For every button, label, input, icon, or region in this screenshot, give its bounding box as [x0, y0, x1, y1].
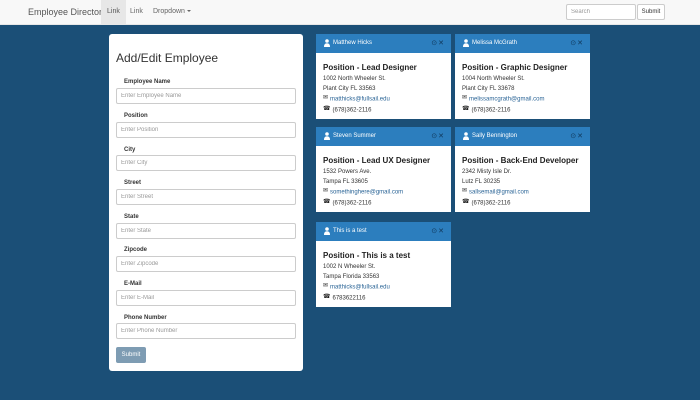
card-email-link[interactable]: somethinghere@gmail.com [330, 190, 403, 196]
card-phone: (678)362-2116 [332, 200, 372, 207]
card-street: 1002 North Wheeler St. [323, 76, 386, 82]
phone-icon: ☎ [462, 199, 470, 206]
card-phone: (678)362-2116 [471, 200, 511, 207]
card-street: 1532 Powers Ave. [323, 169, 372, 175]
card-position: Position - Lead Designer [323, 63, 417, 72]
card-header: Melissa McGrath ⊙✕ [455, 34, 590, 53]
card-email-link[interactable]: melissamcgrath@gmail.com [469, 97, 544, 103]
card-header: This is a test ⊙✕ [316, 222, 451, 241]
card-name: Melissa McGrath [472, 40, 518, 46]
form-submit-button[interactable]: Submit [116, 347, 146, 363]
street-input[interactable] [116, 189, 296, 205]
card-position: Position - Back-End Developer [462, 156, 579, 165]
user-icon [324, 39, 330, 47]
card-email-link[interactable]: matthicks@fullsail.edu [330, 97, 390, 103]
card-body: Position - Lead Designer 1002 North Whee… [316, 53, 451, 116]
card-actions[interactable]: ⊙✕ [431, 132, 445, 140]
position-label: Position [124, 113, 148, 119]
state-label: State [124, 214, 139, 220]
envelope-icon: ✉ [462, 95, 468, 102]
card-actions[interactable]: ⊙✕ [431, 227, 445, 235]
phone-input[interactable] [116, 323, 296, 339]
employee-card: Sally Bennington ⊙✕ Position - Back-End … [455, 127, 590, 212]
card-name: Steven Summer [333, 133, 377, 139]
card-email-link[interactable]: sallsemail@gmail.com [469, 190, 529, 196]
envelope-icon: ✉ [323, 283, 329, 290]
city-input[interactable] [116, 155, 296, 171]
street-label: Street [124, 180, 142, 186]
search-submit-button[interactable]: Submit [637, 4, 665, 20]
search-input[interactable] [566, 4, 636, 20]
card-email-link[interactable]: matthicks@fullsail.edu [330, 285, 390, 291]
state-input[interactable] [116, 223, 296, 239]
card-city: Tampa Florida 33563 [323, 273, 380, 280]
envelope-icon: ✉ [323, 95, 329, 102]
envelope-icon: ✉ [323, 188, 329, 195]
card-street: 2342 Misty Isle Dr. [462, 169, 512, 175]
card-header: Sally Bennington ⊙✕ [455, 127, 590, 146]
card-name: Sally Bennington [472, 133, 518, 139]
card-street: 1004 North Wheeler St. [462, 76, 525, 82]
form-title: Add/Edit Employee [116, 51, 219, 65]
employee-form-panel: Add/Edit Employee Employee Name Position… [109, 34, 303, 371]
card-header: Steven Summer ⊙✕ [316, 127, 451, 146]
card-position: Position - Graphic Designer [462, 63, 568, 72]
employee-card: Melissa McGrath ⊙✕ Position - Graphic De… [455, 34, 590, 119]
zipcode-input[interactable] [116, 256, 296, 272]
card-actions[interactable]: ⊙✕ [570, 39, 584, 47]
card-name: This is a test [333, 228, 367, 234]
phone-icon: ☎ [462, 106, 470, 113]
employee-card: This is a test ⊙✕ Position - This is a t… [316, 222, 451, 307]
card-body: Position - Back-End Developer 2342 Misty… [455, 146, 590, 209]
caret-down-icon [186, 10, 191, 13]
card-city: Plant City FL 33678 [462, 85, 515, 92]
card-body: Position - This is a test 1002 N Wheeler… [316, 241, 451, 304]
zipcode-label: Zipcode [124, 247, 148, 253]
card-position: Position - This is a test [323, 251, 411, 260]
user-icon [324, 227, 330, 235]
card-city: Plant City FL 33563 [323, 85, 376, 92]
envelope-icon: ✉ [462, 188, 468, 195]
email-label: E-Mail [124, 281, 142, 287]
card-actions[interactable]: ⊙✕ [431, 39, 445, 47]
card-phone: 6783622116 [332, 295, 366, 302]
brand-title[interactable]: Employee Directory [28, 7, 107, 17]
nav-link-2[interactable]: Link [124, 0, 149, 24]
card-header: Matthew Hicks ⊙✕ [316, 34, 451, 53]
phone-label: Phone Number [124, 315, 167, 321]
card-body: Position - Lead UX Designer 1532 Powers … [316, 146, 451, 209]
card-city: Lutz FL 30235 [462, 178, 501, 185]
phone-icon: ☎ [323, 294, 331, 301]
phone-icon: ☎ [323, 106, 331, 113]
user-icon [463, 39, 469, 47]
employee-name-label: Employee Name [124, 79, 171, 85]
user-icon [324, 132, 330, 140]
user-icon [463, 132, 469, 140]
employee-name-input[interactable] [116, 88, 296, 104]
employee-card: Matthew Hicks ⊙✕ Position - Lead Designe… [316, 34, 451, 119]
nav-dropdown-label: Dropdown [153, 8, 185, 15]
card-body: Position - Graphic Designer 1004 North W… [455, 53, 590, 116]
employee-card: Steven Summer ⊙✕ Position - Lead UX Desi… [316, 127, 451, 212]
card-name: Matthew Hicks [333, 40, 373, 46]
phone-icon: ☎ [323, 199, 331, 206]
nav-dropdown[interactable]: Dropdown [147, 0, 197, 24]
nav-link-1[interactable]: Link [101, 0, 126, 24]
position-input[interactable] [116, 122, 296, 138]
email-input[interactable] [116, 290, 296, 306]
card-phone: (678)362-2116 [471, 107, 511, 114]
card-city: Tampa FL 33605 [323, 178, 368, 185]
city-label: City [124, 147, 136, 153]
card-phone: (678)362-2116 [332, 107, 372, 114]
card-position: Position - Lead UX Designer [323, 156, 431, 165]
card-street: 1002 N Wheeler St. [323, 264, 376, 270]
navbar: Employee Directory Link Link Dropdown Su… [0, 0, 700, 25]
card-actions[interactable]: ⊙✕ [570, 132, 584, 140]
